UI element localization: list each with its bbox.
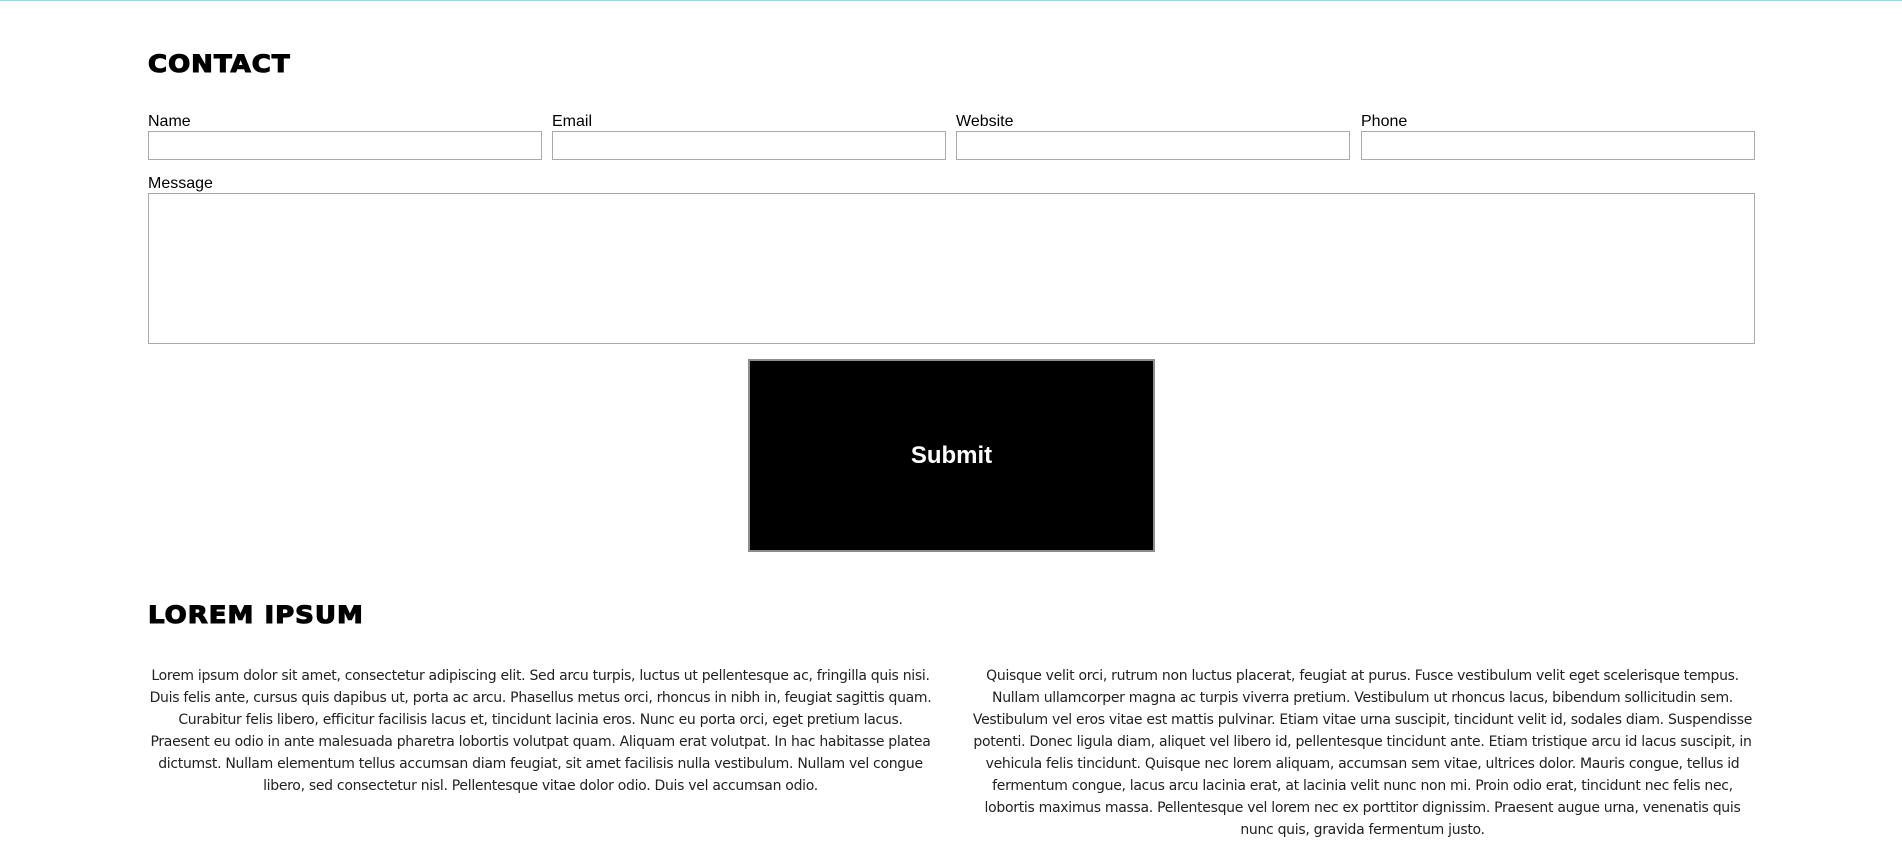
- phone-input[interactable]: [1361, 131, 1755, 160]
- message-textarea[interactable]: [148, 193, 1755, 344]
- lorem-paragraph-right: Quisque velit orci, rutrum non luctus pl…: [972, 668, 1753, 838]
- lorem-paragraph-left: Lorem ipsum dolor sit amet, consectetur …: [149, 668, 932, 794]
- website-input[interactable]: [956, 131, 1350, 160]
- phone-label: Phone: [1361, 113, 1408, 130]
- phone-field-group: Phone: [1361, 113, 1755, 160]
- website-label: Website: [956, 113, 1014, 130]
- email-field-group: Email: [552, 113, 946, 160]
- contact-fields-row: Name Email Website Phone: [148, 113, 1755, 161]
- submit-button[interactable]: Submit: [748, 359, 1155, 552]
- message-field-group: Message: [148, 175, 1755, 344]
- email-input[interactable]: [552, 131, 946, 160]
- email-label: Email: [552, 113, 593, 130]
- top-divider: [0, 0, 1902, 1]
- name-input[interactable]: [148, 131, 542, 160]
- lorem-ipsum-heading: Lorem Ipsum: [147, 601, 364, 630]
- contact-heading: Contact: [147, 50, 291, 79]
- name-field-group: Name: [148, 113, 542, 160]
- name-label: Name: [148, 113, 191, 130]
- website-field-group: Website: [956, 113, 1350, 160]
- message-label: Message: [148, 175, 213, 192]
